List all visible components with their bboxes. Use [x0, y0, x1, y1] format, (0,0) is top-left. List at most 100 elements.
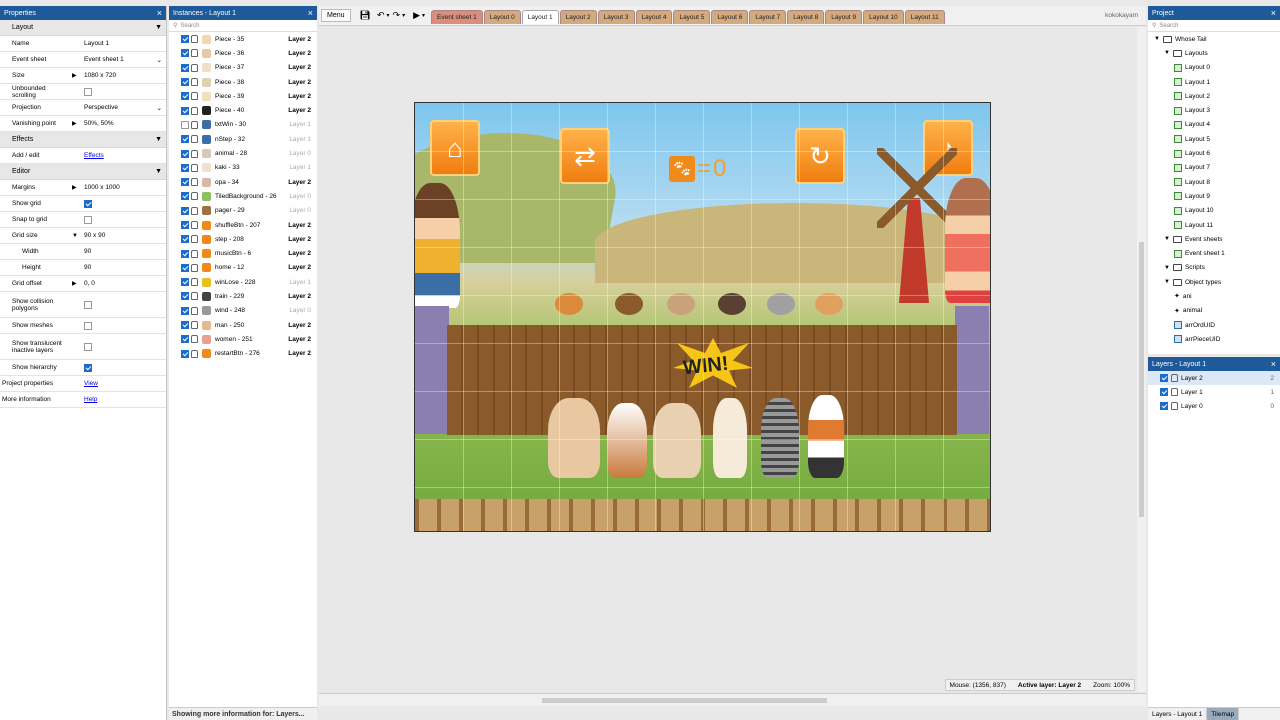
close-icon[interactable]: ×: [157, 8, 162, 17]
layer-row[interactable]: Layer 1 1: [1148, 385, 1280, 399]
tab-layout-2[interactable]: Layout 2: [559, 9, 597, 24]
lock-icon[interactable]: [1171, 402, 1178, 410]
tab-layout-4[interactable]: Layout 4: [635, 9, 673, 24]
visibility-checkbox[interactable]: [181, 306, 189, 315]
tree-item[interactable]: Layout 2: [1148, 89, 1280, 103]
expand-icon[interactable]: ▼: [1154, 36, 1160, 42]
instance-row[interactable]: Piece - 36 Layer 2: [169, 46, 317, 60]
prop-vanishing[interactable]: Vanishing point ▶ 50%, 50%: [0, 116, 166, 132]
prop-project-properties[interactable]: Project properties View: [0, 376, 166, 392]
tab-layout-5[interactable]: Layout 5: [673, 9, 711, 24]
lock-icon[interactable]: [1171, 388, 1178, 396]
tree-item[interactable]: Layout 9: [1148, 189, 1280, 203]
tab-event-sheet-1[interactable]: Event sheet 1: [431, 9, 483, 24]
lock-icon[interactable]: [191, 106, 198, 115]
prop-name[interactable]: Name Layout 1: [0, 36, 166, 52]
tab-layout-8[interactable]: Layout 8: [787, 9, 825, 24]
visibility-checkbox[interactable]: [181, 49, 189, 58]
visibility-checkbox[interactable]: [181, 149, 189, 158]
tree-item[interactable]: Layout 1: [1148, 75, 1280, 89]
tail-piece[interactable]: [548, 398, 600, 478]
horizontal-scrollbar[interactable]: [319, 693, 1146, 706]
tab-layout-7[interactable]: Layout 7: [749, 9, 787, 24]
search-input[interactable]: Search: [180, 23, 199, 29]
redo-icon[interactable]: ↷: [393, 10, 401, 21]
instance-row[interactable]: restartBtn - 276 Layer 2: [169, 347, 317, 361]
prop-snap[interactable]: Snap to grid: [0, 212, 166, 228]
project-search[interactable]: ⚲ Search: [1148, 20, 1280, 32]
instance-row[interactable]: women - 251 Layer 2: [169, 332, 317, 346]
projection-select[interactable]: Perspective ⌄: [70, 104, 166, 112]
prop-size[interactable]: Size ▶ 1080 x 720: [0, 68, 166, 84]
expand-icon[interactable]: ▼: [1164, 265, 1170, 271]
collapse-icon[interactable]: ▼: [155, 136, 162, 143]
grid-size-value[interactable]: ▼ 90 x 90: [70, 232, 166, 239]
visibility-checkbox[interactable]: [181, 278, 189, 287]
lock-icon[interactable]: [191, 149, 198, 158]
expand-icon[interactable]: ▼: [1164, 279, 1170, 285]
user-name[interactable]: kokokayam: [1105, 12, 1146, 19]
tree-item[interactable]: ▼ Whose Tail: [1148, 32, 1280, 46]
lock-icon[interactable]: [191, 278, 198, 287]
prop-show-grid[interactable]: Show grid: [0, 196, 166, 212]
lock-icon[interactable]: [191, 235, 198, 244]
visibility-checkbox[interactable]: [181, 92, 189, 101]
undo-icon[interactable]: ↶: [377, 10, 385, 21]
tab-layout-9[interactable]: Layout 9: [825, 9, 863, 24]
lock-icon[interactable]: [191, 192, 198, 201]
lock-icon[interactable]: [191, 335, 198, 344]
restart-button[interactable]: ↻: [795, 128, 845, 184]
visibility-checkbox[interactable]: [181, 221, 189, 229]
search-input[interactable]: Search: [1159, 23, 1178, 29]
instance-row[interactable]: Piece - 38 Layer 2: [169, 75, 317, 89]
lock-icon[interactable]: [191, 178, 198, 187]
close-icon[interactable]: ×: [1271, 8, 1276, 17]
lock-icon[interactable]: [191, 321, 198, 330]
margins-value[interactable]: ▶ 1000 x 1000: [70, 184, 166, 191]
tab-layout-1[interactable]: Layout 1: [521, 9, 559, 24]
instance-row[interactable]: Piece - 37 Layer 2: [169, 61, 317, 75]
event-sheet-select[interactable]: Event sheet 1 ⌄: [70, 56, 166, 64]
vanishing-value[interactable]: ▶ 50%, 50%: [70, 120, 166, 127]
tab-layout-3[interactable]: Layout 3: [597, 9, 635, 24]
section-layout[interactable]: Layout ▼: [0, 20, 166, 36]
lock-icon[interactable]: [1171, 374, 1178, 382]
instance-row[interactable]: animal - 28 Layer 0: [169, 146, 317, 160]
tree-item[interactable]: Layout 4: [1148, 118, 1280, 132]
tail-piece[interactable]: [713, 398, 747, 478]
vertical-scrollbar[interactable]: [1137, 27, 1146, 692]
visibility-checkbox[interactable]: [181, 292, 189, 301]
tree-item[interactable]: ▼ Layouts: [1148, 46, 1280, 60]
lock-icon[interactable]: [191, 306, 198, 315]
visibility-checkbox[interactable]: [181, 78, 189, 87]
tree-item[interactable]: Layout 3: [1148, 103, 1280, 117]
instance-row[interactable]: nStep - 32 Layer 1: [169, 132, 317, 146]
instances-search[interactable]: ⚲ Search: [169, 20, 317, 32]
visibility-checkbox[interactable]: [181, 349, 189, 358]
close-icon[interactable]: ×: [308, 8, 313, 17]
show-grid-checkbox[interactable]: [84, 199, 92, 208]
instance-row[interactable]: Piece - 40 Layer 2: [169, 103, 317, 117]
tree-item[interactable]: ▼ Scripts: [1148, 261, 1280, 275]
lock-icon[interactable]: [191, 78, 198, 87]
visibility-checkbox[interactable]: [181, 206, 189, 215]
collapse-icon[interactable]: ▼: [155, 24, 162, 31]
visibility-checkbox[interactable]: [181, 63, 189, 72]
layer-row[interactable]: Layer 0 0: [1148, 399, 1280, 413]
lock-icon[interactable]: [191, 163, 198, 172]
expand-icon[interactable]: ▶: [72, 280, 77, 287]
lock-icon[interactable]: [191, 249, 198, 258]
lock-icon[interactable]: [191, 206, 198, 215]
tree-item[interactable]: Layout 11: [1148, 218, 1280, 232]
tree-item[interactable]: Layout 10: [1148, 204, 1280, 218]
instance-row[interactable]: winLose - 228 Layer 1: [169, 275, 317, 289]
unbounded-checkbox[interactable]: [84, 87, 92, 96]
visibility-checkbox[interactable]: [181, 135, 189, 144]
translucent-checkbox[interactable]: [84, 342, 92, 351]
prop-value[interactable]: 90: [70, 264, 166, 271]
prop-grid-size[interactable]: Grid size ▼ 90 x 90: [0, 228, 166, 244]
visibility-checkbox[interactable]: [181, 263, 189, 272]
tab-layout-6[interactable]: Layout 6: [711, 9, 749, 24]
tab-layout-10[interactable]: Layout 10: [863, 9, 904, 24]
instance-row[interactable]: Piece - 39 Layer 2: [169, 89, 317, 103]
